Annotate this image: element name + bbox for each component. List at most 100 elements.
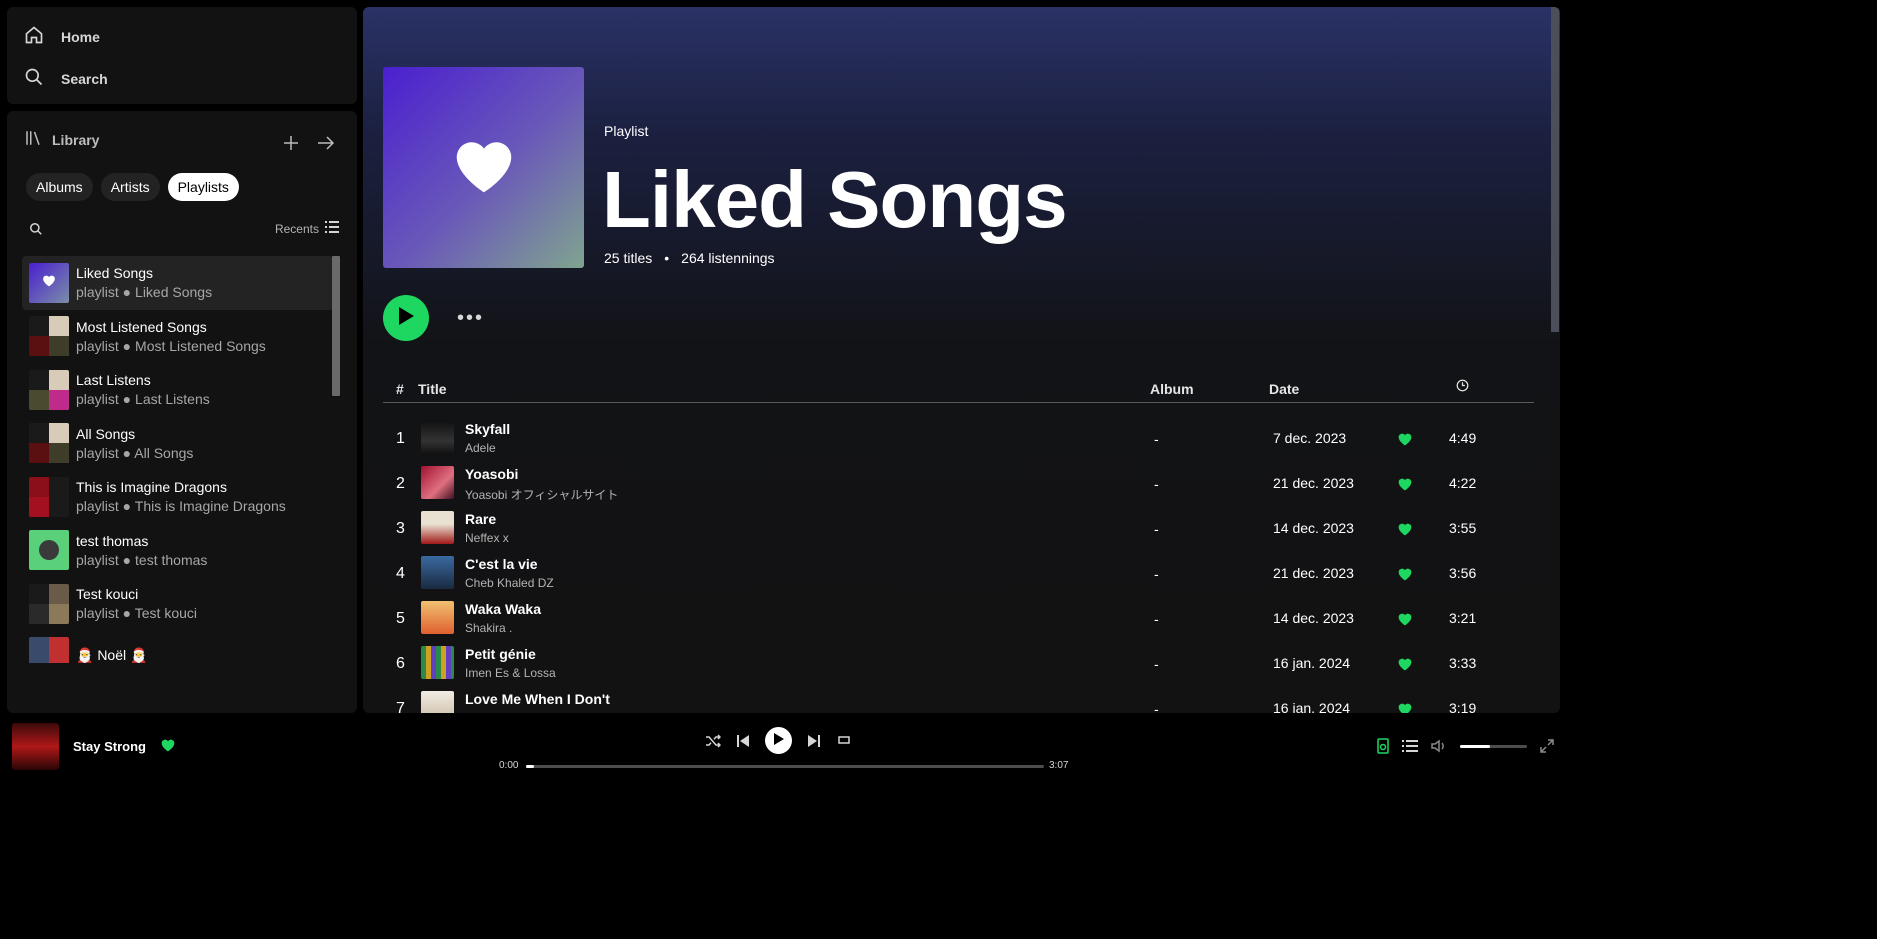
library-filter-chips: Albums Artists Playlists xyxy=(26,173,239,201)
table-row[interactable]: 5 Waka Waka Shakira . - 14 dec. 2023 3:2… xyxy=(383,595,1534,640)
heart-icon xyxy=(451,135,517,200)
track-thumb xyxy=(421,511,454,544)
volume-icon[interactable] xyxy=(1431,739,1447,753)
col-num: # xyxy=(396,381,404,397)
track-thumb xyxy=(421,601,454,634)
library-item-test-thomas[interactable]: test thomas playlist ● test thomas xyxy=(22,524,334,578)
table-row[interactable]: 7 Love Me When I Don't - 16 jan. 2024 3:… xyxy=(383,685,1534,713)
table-row[interactable]: 3 Rare Neffex x - 14 dec. 2023 3:55 xyxy=(383,505,1534,550)
track-thumb xyxy=(421,646,454,679)
now-playing-heart-icon[interactable] xyxy=(160,738,176,757)
library-item-sub: playlist ● Test kouci xyxy=(76,605,198,622)
library-scrollbar[interactable] xyxy=(332,256,340,396)
shuffle-icon[interactable] xyxy=(705,733,721,748)
sort-label: Recents xyxy=(274,221,319,236)
track-number: 1 xyxy=(396,430,405,447)
progress-bar[interactable] xyxy=(526,765,1044,768)
home-icon xyxy=(24,25,44,48)
library-list: Liked Songs playlist ● Liked Songs Most L… xyxy=(22,256,334,663)
liked-heart-icon[interactable] xyxy=(1397,612,1413,629)
library-item-liked-songs[interactable]: Liked Songs playlist ● Liked Songs xyxy=(22,256,334,310)
track-date: 21 dec. 2023 xyxy=(1273,565,1354,581)
liked-heart-icon[interactable] xyxy=(1397,702,1413,713)
track-title: Petit génie xyxy=(465,646,536,662)
test-kouci-cover xyxy=(29,583,69,624)
track-number: 7 xyxy=(396,700,405,713)
play-pause-button[interactable] xyxy=(765,727,792,754)
track-thumb xyxy=(421,556,454,589)
listens-count: 264 listennings xyxy=(681,250,775,266)
table-row[interactable]: 6 Petit génie Imen Es & Lossa - 16 jan. … xyxy=(383,640,1534,685)
track-thumb xyxy=(421,421,454,454)
track-artist: Cheb Khaled DZ xyxy=(465,576,554,590)
current-time: 0:00 xyxy=(499,760,519,771)
library-item-most-listened[interactable]: Most Listened Songs playlist ● Most Liste… xyxy=(22,310,334,364)
library-item-noel[interactable]: 🎅 Noël 🎅 xyxy=(22,631,334,663)
library-item-test-kouci[interactable]: Test kouci playlist ● Test kouci xyxy=(22,577,334,631)
all-songs-cover xyxy=(29,423,69,464)
library-item-sub: playlist ● Liked Songs xyxy=(76,284,213,301)
now-playing-cover xyxy=(12,723,59,770)
track-number: 2 xyxy=(396,475,405,492)
library-item-all-songs[interactable]: All Songs playlist ● All Songs xyxy=(22,417,334,471)
library-item-name: Liked Songs xyxy=(76,265,154,282)
nav-search[interactable]: Search xyxy=(24,67,108,90)
library-item-last-listens[interactable]: Last Listens playlist ● Last Listens xyxy=(22,363,334,417)
liked-heart-icon[interactable] xyxy=(1397,477,1413,494)
play-button[interactable] xyxy=(383,295,429,341)
now-playing-view-icon[interactable] xyxy=(1377,738,1389,754)
plus-icon[interactable] xyxy=(283,135,299,151)
chip-albums[interactable]: Albums xyxy=(26,173,93,201)
track-duration: 3:55 xyxy=(1449,520,1477,536)
queue-icon[interactable] xyxy=(1402,739,1418,753)
col-album: Album xyxy=(1150,381,1194,397)
library-title: Library xyxy=(52,131,100,148)
repeat-icon[interactable] xyxy=(836,734,852,748)
track-artist: Neffex x xyxy=(465,531,509,545)
track-title: Yoasobi xyxy=(465,466,519,482)
play-icon xyxy=(773,732,784,750)
library-header[interactable]: Library xyxy=(24,129,99,150)
track-number: 5 xyxy=(396,610,405,627)
next-icon[interactable] xyxy=(807,734,821,748)
library-item-sub: playlist ● Most Listened Songs xyxy=(76,337,266,354)
library-item-name: All Songs xyxy=(76,425,136,442)
track-date: 14 dec. 2023 xyxy=(1273,610,1354,626)
table-row[interactable]: 1 Skyfall Adele - 7 dec. 2023 4:49 xyxy=(383,415,1534,460)
track-artist: Shakira . xyxy=(465,621,513,635)
track-duration: 3:33 xyxy=(1449,655,1477,671)
chip-artists[interactable]: Artists xyxy=(100,173,160,201)
table-row[interactable]: 4 C'est la vie Cheb Khaled DZ - 21 dec. … xyxy=(383,550,1534,595)
previous-icon[interactable] xyxy=(736,734,750,748)
sort-recents[interactable]: Recents xyxy=(275,221,339,236)
volume-fill xyxy=(1460,744,1491,748)
track-number: 6 xyxy=(396,655,405,672)
fullscreen-icon[interactable] xyxy=(1540,739,1554,753)
chip-playlists[interactable]: Playlists xyxy=(167,173,239,201)
track-duration: 4:49 xyxy=(1449,430,1477,446)
arrow-right-icon[interactable] xyxy=(317,135,335,151)
library-item-imagine-dragons[interactable]: This is Imagine Dragons playlist ● This i… xyxy=(22,470,334,524)
track-thumb xyxy=(421,691,454,713)
liked-heart-icon[interactable] xyxy=(1397,522,1413,539)
now-playing-title[interactable]: Stay Strong xyxy=(73,739,146,754)
page-title: Liked Songs xyxy=(602,155,1068,244)
track-title: Waka Waka xyxy=(465,601,541,617)
library-item-name: Most Listened Songs xyxy=(76,318,207,335)
track-album: - xyxy=(1154,431,1159,447)
nav-home[interactable]: Home xyxy=(24,25,100,48)
more-options-icon[interactable]: ••• xyxy=(457,307,484,330)
library-search-icon[interactable] xyxy=(29,222,43,236)
most-listened-cover xyxy=(29,316,69,357)
list-icon xyxy=(325,221,339,236)
volume-slider[interactable] xyxy=(1460,744,1527,748)
main-scrollbar[interactable] xyxy=(1551,7,1559,332)
table-row[interactable]: 2 Yoasobi Yoasobi オフィシャルサイト - 21 dec. 20… xyxy=(383,460,1534,505)
liked-heart-icon[interactable] xyxy=(1397,432,1413,449)
heart-icon xyxy=(42,274,56,292)
table-header: # Title Album Date xyxy=(383,379,1534,403)
liked-heart-icon[interactable] xyxy=(1397,567,1413,584)
liked-heart-icon[interactable] xyxy=(1397,657,1413,674)
track-number: 3 xyxy=(396,520,405,537)
playlist-type-label: Playlist xyxy=(604,123,649,139)
